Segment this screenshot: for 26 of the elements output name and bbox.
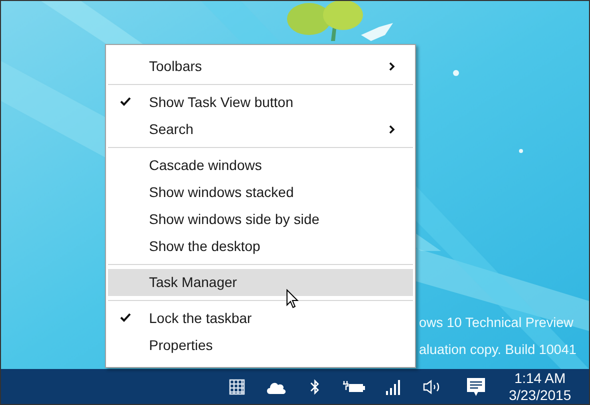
signal-bars-icon[interactable] [384, 378, 400, 394]
clock-date: 3/23/2015 [508, 386, 572, 404]
grid-icon[interactable] [228, 378, 246, 396]
checkmark-icon [120, 97, 131, 106]
menu-item[interactable]: Lock the taskbar [108, 305, 413, 332]
menu-item[interactable]: Search [108, 116, 413, 143]
clock[interactable]: 1:14 AM 3/23/2015 [501, 370, 579, 404]
menu-item[interactable]: Show Task View button [108, 89, 413, 116]
watermark-text: ows 10 Technical Preview [419, 314, 574, 332]
menu-item[interactable]: Show windows side by side [108, 206, 413, 233]
battery-icon[interactable] [342, 380, 364, 394]
chevron-right-icon [389, 125, 395, 134]
bluetooth-icon[interactable] [310, 378, 320, 394]
chevron-right-icon [389, 62, 395, 71]
menu-item[interactable]: Show the desktop [108, 233, 413, 260]
checkmark-icon [120, 313, 131, 322]
menu-item[interactable]: Toolbars [108, 53, 413, 80]
menu-item[interactable]: Cascade windows [108, 152, 413, 179]
menu-item[interactable]: Properties [108, 332, 413, 359]
menu-item[interactable]: Task Manager [108, 269, 413, 296]
speaker-icon[interactable] [422, 378, 440, 394]
clock-time: 1:14 AM [514, 370, 566, 386]
mouse-pointer-icon [286, 289, 299, 309]
message-icon[interactable] [466, 376, 486, 396]
watermark-text: aluation copy. Build 10041 [419, 341, 576, 359]
menu-item[interactable]: Show windows stacked [108, 179, 413, 206]
